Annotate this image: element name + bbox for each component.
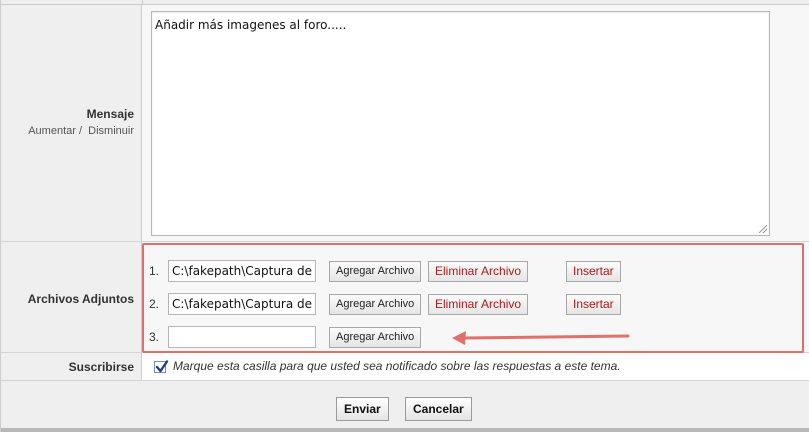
message-textarea[interactable]: Añadir más imagenes al foro.....: [151, 11, 770, 236]
subscribe-cell: Marque esta casilla para que usted sea n…: [142, 353, 809, 381]
add-file-button[interactable]: Agregar Archivo: [329, 294, 422, 315]
subscribe-description: Marque esta casilla para que usted sea n…: [173, 359, 621, 373]
subscribe-label: Suscribirse: [68, 360, 134, 374]
cancel-button[interactable]: Cancelar: [405, 397, 472, 421]
file-input[interactable]: C:\fakepath\Captura de p: [168, 260, 316, 282]
bottom-border: [1, 428, 809, 432]
submit-button[interactable]: Enviar: [336, 397, 389, 421]
attachments-label-cell: Archivos Adjuntos: [1, 242, 142, 353]
subscribe-checkbox[interactable]: [154, 360, 169, 373]
increase-size-link[interactable]: Aumentar /: [28, 125, 82, 137]
message-label-cell: Mensaje Aumentar / Disminuir: [1, 5, 142, 242]
annotation-arrow-icon: [452, 331, 630, 345]
add-file-button[interactable]: Agregar Archivo: [329, 261, 422, 282]
attachments-label: Archivos Adjuntos: [27, 292, 134, 306]
attachment-number: 1.: [149, 264, 160, 278]
message-cell: Añadir más imagenes al foro.....: [142, 5, 809, 242]
insert-file-button[interactable]: Insertar: [566, 261, 621, 282]
post-form: Mensaje Aumentar / Disminuir Añadir más …: [0, 0, 809, 432]
subscribe-label-cell: Suscribirse: [1, 353, 142, 381]
attachments-cell: 1. C:\fakepath\Captura de p Agregar Arch…: [142, 242, 809, 353]
attachment-number: 3.: [149, 330, 160, 344]
size-controls: Aumentar / Disminuir: [28, 125, 134, 137]
add-file-button[interactable]: Agregar Archivo: [329, 327, 422, 348]
message-label: Mensaje: [86, 107, 134, 121]
checkmark-icon: [155, 360, 169, 373]
file-input[interactable]: [168, 326, 316, 348]
delete-file-button[interactable]: Eliminar Archivo: [428, 294, 529, 315]
attachments-highlight-box: 1. C:\fakepath\Captura de p Agregar Arch…: [142, 243, 804, 353]
attachment-number: 2.: [149, 297, 160, 311]
insert-file-button[interactable]: Insertar: [566, 294, 621, 315]
resize-grip-icon[interactable]: [759, 225, 767, 233]
form-footer: Enviar Cancelar: [1, 381, 809, 432]
decrease-size-link[interactable]: Disminuir: [88, 125, 134, 137]
file-input[interactable]: C:\fakepath\Captura de p: [168, 293, 316, 315]
delete-file-button[interactable]: Eliminar Archivo: [428, 261, 529, 282]
